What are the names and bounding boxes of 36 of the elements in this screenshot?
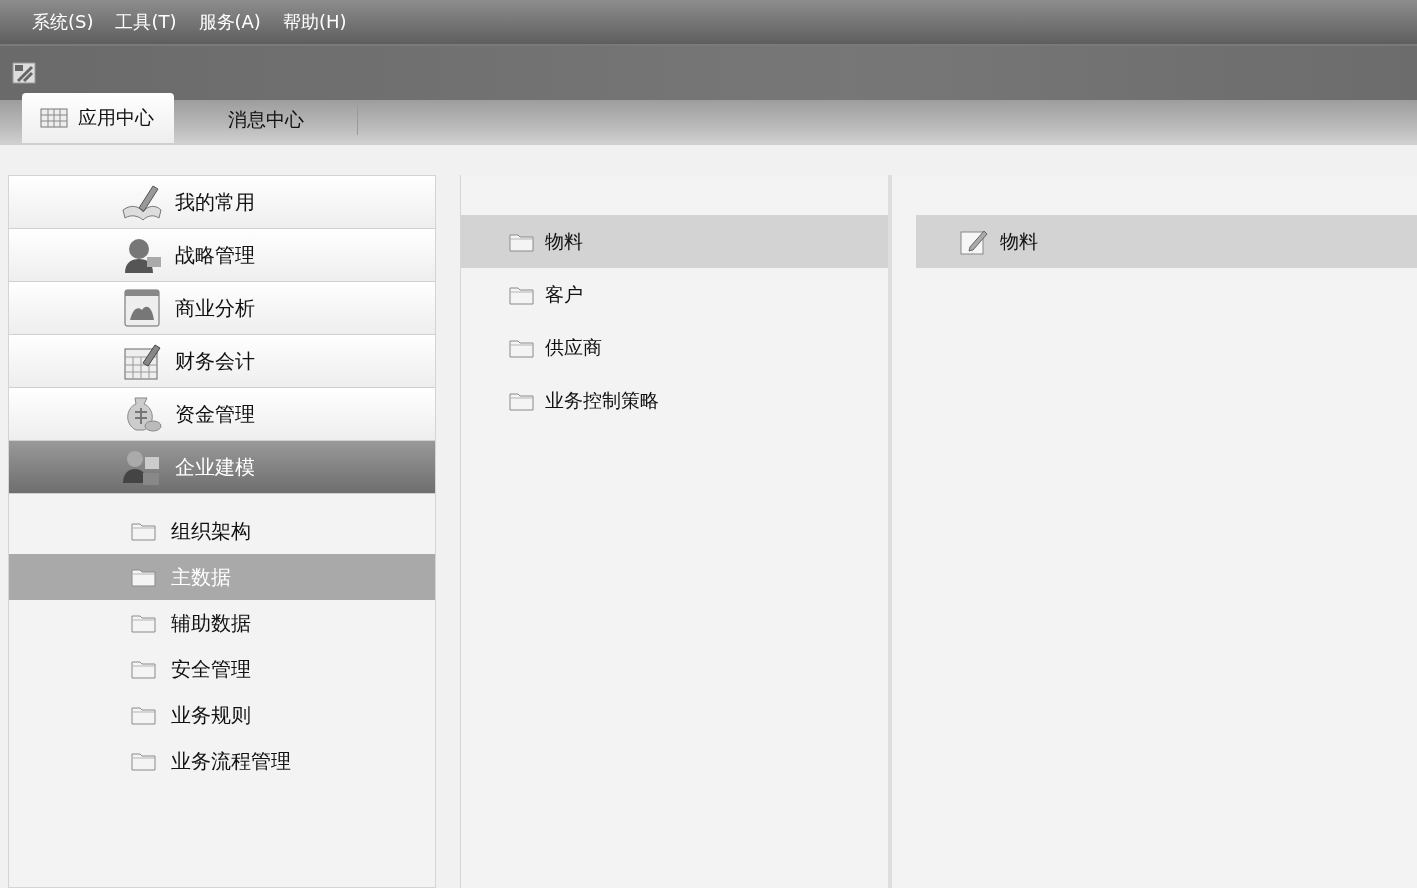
folder-icon bbox=[131, 705, 157, 725]
folder-icon bbox=[509, 231, 535, 252]
tab[interactable]: 消息中心 bbox=[174, 105, 358, 135]
menu-item[interactable]: 服务(A) bbox=[198, 10, 261, 34]
module-item[interactable]: 财务会计 bbox=[9, 335, 435, 388]
folder-icon bbox=[509, 337, 535, 358]
folder-item[interactable]: 业务控制策略 bbox=[461, 374, 888, 427]
edit-picture-icon[interactable] bbox=[12, 62, 36, 84]
menu-item[interactable]: 系统(S) bbox=[32, 10, 94, 34]
folder-icon bbox=[131, 567, 157, 587]
module-subitem[interactable]: 组织架构 bbox=[9, 508, 435, 554]
list-icon bbox=[40, 108, 68, 128]
folder-item[interactable]: 物料 bbox=[461, 215, 888, 268]
module-subitem[interactable]: 业务流程管理 bbox=[9, 738, 435, 784]
folder-item[interactable]: 供应商 bbox=[461, 321, 888, 374]
module-item[interactable]: 商业分析 bbox=[9, 282, 435, 335]
function-item[interactable]: 物料 bbox=[916, 215, 1417, 268]
folder-icon bbox=[131, 751, 157, 771]
module-subitem[interactable]: 业务规则 bbox=[9, 692, 435, 738]
folder-icon bbox=[131, 521, 157, 541]
menu-item[interactable]: 帮助(H) bbox=[282, 10, 347, 34]
folder-icon bbox=[509, 390, 535, 411]
module-item[interactable]: 战略管理 bbox=[9, 229, 435, 282]
folder-icon bbox=[131, 613, 157, 633]
tab[interactable]: 应用中心 bbox=[22, 93, 174, 143]
module-item[interactable]: 资金管理 bbox=[9, 388, 435, 441]
menu-item[interactable]: 工具(T) bbox=[115, 10, 177, 34]
module-subitem[interactable]: 安全管理 bbox=[9, 646, 435, 692]
folder-icon bbox=[509, 284, 535, 305]
module-item[interactable]: 企业建模 bbox=[9, 441, 435, 494]
folder-item[interactable]: 客户 bbox=[461, 268, 888, 321]
chart-window-icon bbox=[121, 288, 163, 328]
folder-icon bbox=[131, 659, 157, 679]
module-item[interactable]: 我的常用 bbox=[9, 176, 435, 229]
module-subitem[interactable]: 辅助数据 bbox=[9, 600, 435, 646]
note-pencil-icon bbox=[960, 228, 988, 255]
